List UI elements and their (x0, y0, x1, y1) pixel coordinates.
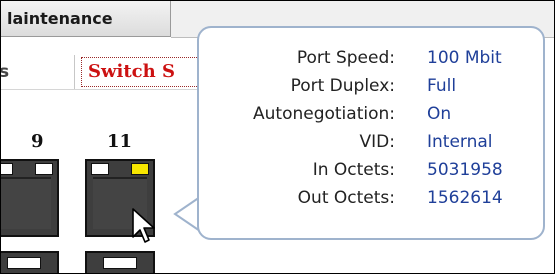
tooltip-row-port-speed: Port Speed: 100 Mbit (199, 48, 547, 74)
port-label-11: 11 (107, 131, 133, 152)
tooltip-value: 1562614 (427, 188, 503, 208)
port-led-activity (131, 163, 149, 175)
tooltip-label: Port Speed: (296, 48, 395, 68)
sub-tab-partial-label: s (1, 62, 9, 82)
tooltip-row-in-octets: In Octets: 5031958 (199, 160, 547, 186)
port-label-9: 9 (31, 131, 44, 152)
tab-switch-status[interactable]: Switch S (81, 57, 201, 87)
mouse-pointer-icon (132, 208, 155, 243)
tooltip-row-out-octets: Out Octets: 1562614 (199, 188, 547, 214)
port-info-tooltip: Port Speed: 100 Mbit Port Duplex: Full A… (197, 26, 545, 240)
menu-tab-maintenance[interactable]: laintenance (1, 1, 171, 37)
sub-tab-partial[interactable]: s (1, 55, 75, 89)
tab-switch-status-label: Switch S (88, 61, 175, 82)
tooltip-label: Port Duplex: (290, 76, 395, 96)
screenshot-frame: laintenance s Switch S 9 11 Port (0, 0, 555, 274)
menu-tab-label: laintenance (7, 9, 113, 28)
tooltip-value: 100 Mbit (427, 48, 502, 68)
tooltip-row-vid: VID: Internal (199, 132, 547, 158)
port-socket (1, 177, 51, 229)
port-led-right (35, 163, 53, 175)
tooltip-label: Out Octets: (297, 188, 395, 208)
tooltip-value: 5031958 (427, 160, 503, 180)
tooltip-value: Full (427, 76, 457, 96)
sub-tab-divider (1, 89, 211, 90)
tooltip-value: Internal (427, 132, 493, 152)
port-12[interactable] (85, 251, 155, 273)
port-9[interactable] (1, 159, 59, 237)
tooltip-row-autonegotiation: Autonegotiation: On (199, 104, 547, 130)
tooltip-label: In Octets: (312, 160, 395, 180)
tooltip-value: On (427, 104, 452, 124)
port-led-left (91, 163, 109, 175)
tooltip-row-port-duplex: Port Duplex: Full (199, 76, 547, 102)
port-led-left (1, 163, 13, 175)
port-10[interactable] (1, 251, 59, 273)
tooltip-label: Autonegotiation: (253, 104, 395, 124)
tooltip-label: VID: (359, 132, 395, 152)
